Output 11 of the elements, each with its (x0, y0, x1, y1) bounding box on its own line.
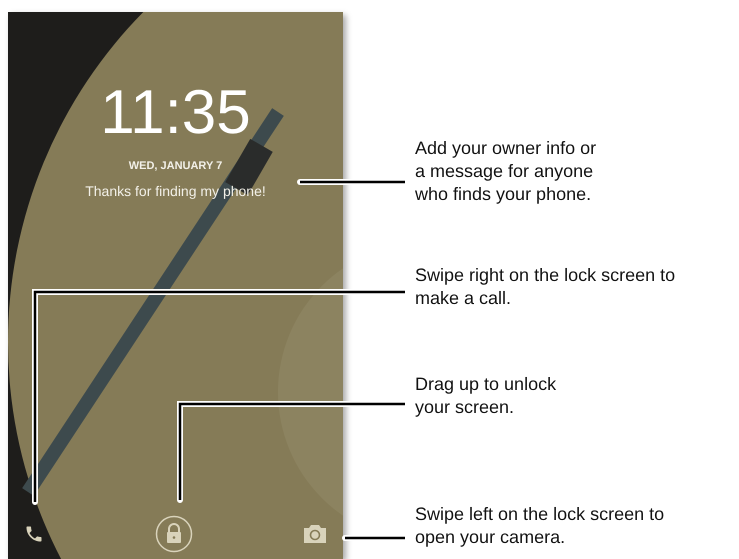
camera-icon[interactable] (303, 524, 327, 544)
clock-time: 11:35 (100, 82, 251, 144)
callout-text: Swipe right on the lock screen to make a call. (415, 264, 676, 310)
date-label: WED, JANUARY 7 (128, 159, 222, 174)
callout-text: Swipe left on the lock screen to open your camera. (415, 503, 666, 549)
leader-line (342, 535, 408, 541)
lock-icon[interactable] (154, 515, 192, 553)
callout-text: Add your owner info or a message for anyone who finds your phone. (415, 137, 598, 206)
callout-text: Drag up to unlock your screen. (415, 373, 558, 419)
owner-message: Thanks for finding my phone! (85, 182, 266, 201)
phone-icon[interactable] (24, 524, 44, 544)
